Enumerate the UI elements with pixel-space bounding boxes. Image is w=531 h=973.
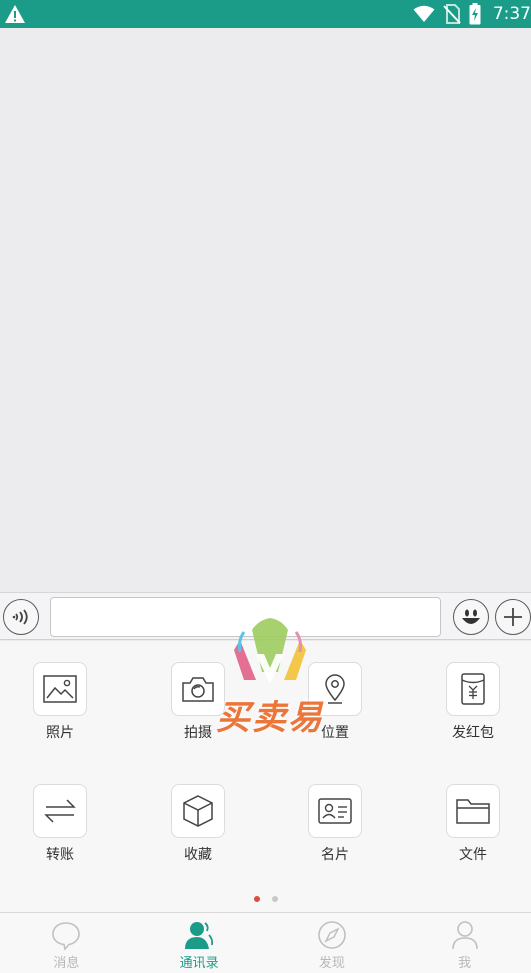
tool-label: 位置 [321,725,349,741]
compass-icon [318,921,346,949]
voice-icon [12,609,28,625]
favorites-icon [183,795,213,827]
chat-message-area[interactable] [0,28,531,592]
message-input[interactable] [50,597,441,637]
tool-camera[interactable]: 拍摄 [158,662,238,742]
contact-card-tile[interactable] [308,784,362,838]
file-tile[interactable] [446,784,500,838]
page-indicator [0,896,531,902]
no-sim-icon [443,4,461,24]
tool-label: 拍摄 [184,725,212,741]
red-packet-icon [461,673,485,705]
tool-photo[interactable]: 照片 [20,662,100,742]
tool-label: 转账 [46,847,74,863]
chat-input-bar [0,592,531,640]
tool-favorites[interactable]: 收藏 [158,784,238,864]
camera-tile[interactable] [171,662,225,716]
tool-transfer[interactable]: 转账 [20,784,100,864]
nav-item-me[interactable]: 我 [398,913,531,973]
page-dot-active [253,896,260,902]
red-packet-tile[interactable] [446,662,500,716]
nav-item-discover[interactable]: 发现 [266,913,399,973]
tool-label: 名片 [321,847,349,863]
nav-item-messages[interactable]: 消息 [0,913,133,973]
tool-file[interactable]: 文件 [433,784,513,864]
folder-icon [456,799,490,824]
more-options-button[interactable] [495,599,531,635]
voice-button[interactable] [3,599,39,635]
bottom-navigation: 消息 通讯录 发现 我 [0,912,531,973]
tool-label: 收藏 [184,847,212,863]
emoji-button[interactable] [453,599,489,635]
chat-bubble-icon [52,922,81,951]
contacts-icon [185,922,214,949]
transfer-icon [44,799,76,823]
nav-label: 消息 [53,956,80,971]
clock: 7:37 [492,4,531,24]
location-tile[interactable] [308,662,362,716]
status-bar: 7:37 [0,0,531,28]
tool-location[interactable]: 位置 [295,662,375,742]
location-icon [325,674,345,704]
favorites-tile[interactable] [171,784,225,838]
transfer-tile[interactable] [33,784,87,838]
photo-icon [43,675,77,703]
nav-item-contacts[interactable]: 通讯录 [133,913,266,973]
tool-red-packet[interactable]: 发红包 [433,662,513,742]
contact-card-icon [318,798,352,824]
tool-label: 文件 [459,847,487,863]
warning-icon [5,5,25,23]
tool-contact-card[interactable]: 名片 [295,784,375,864]
wifi-icon [413,5,435,22]
plus-icon [504,608,522,626]
battery-charging-icon [469,3,481,25]
nav-label: 发现 [318,956,345,971]
photo-tile[interactable] [33,662,87,716]
camera-icon [182,677,214,702]
tool-label: 照片 [46,725,74,741]
nav-label: 通讯录 [179,956,219,971]
tool-label: 发红包 [452,725,494,741]
nav-label: 我 [458,956,472,971]
emoji-icon [462,609,480,624]
page-dot [271,896,278,902]
profile-icon [451,921,478,950]
